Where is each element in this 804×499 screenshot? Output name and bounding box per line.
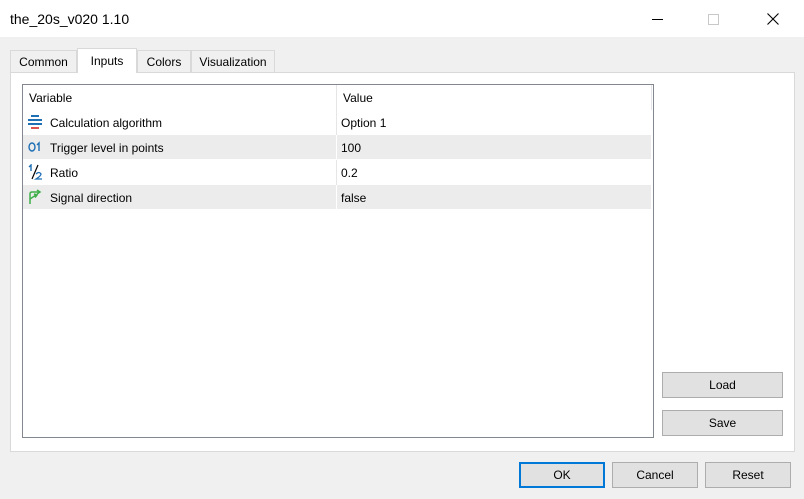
close-button[interactable] <box>750 0 796 38</box>
variable-value[interactable]: false <box>341 191 366 205</box>
cell-divider <box>336 135 337 160</box>
grid-row-trigger-level[interactable]: Trigger level in points 100 <box>23 135 651 160</box>
tab-common[interactable]: Common <box>10 50 77 72</box>
cell-divider <box>336 185 337 210</box>
maximize-button[interactable] <box>690 0 736 38</box>
close-icon <box>767 13 779 25</box>
variable-name: Trigger level in points <box>50 141 164 155</box>
tab-colors[interactable]: Colors <box>137 50 191 72</box>
tab-visualization[interactable]: Visualization <box>191 50 275 72</box>
window-title: the_20s_v020 1.10 <box>10 11 130 27</box>
cell-divider <box>336 110 337 135</box>
reset-button[interactable]: Reset <box>705 462 791 488</box>
fraction-icon <box>28 164 42 180</box>
inputs-grid: Variable Value Calculation algorithm Opt… <box>22 84 654 438</box>
minimize-icon <box>651 18 663 20</box>
variable-value[interactable]: 100 <box>341 141 361 155</box>
tab-inputs[interactable]: Inputs <box>77 48 137 73</box>
variable-value[interactable]: Option 1 <box>341 116 386 130</box>
variable-name: Signal direction <box>50 191 133 205</box>
inputs-panel: Variable Value Calculation algorithm Opt… <box>10 72 795 452</box>
minimize-button[interactable] <box>634 0 680 38</box>
grid-row-calculation-algorithm[interactable]: Calculation algorithm Option 1 <box>23 110 651 135</box>
load-button[interactable]: Load <box>662 372 783 398</box>
grid-row-ratio[interactable]: Ratio 0.2 <box>23 160 651 185</box>
grid-header: Variable Value <box>23 85 653 110</box>
save-button[interactable]: Save <box>662 410 783 436</box>
ok-button[interactable]: OK <box>519 462 605 488</box>
grid-row-signal-direction[interactable]: Signal direction false <box>23 185 651 210</box>
cancel-button[interactable]: Cancel <box>612 462 698 488</box>
variable-value[interactable]: 0.2 <box>341 166 358 180</box>
header-value[interactable]: Value <box>343 91 373 105</box>
boolean-arrow-icon <box>29 189 42 204</box>
list-enum-icon <box>28 115 42 129</box>
maximize-icon <box>707 13 719 25</box>
dialog-footer: OK Cancel Reset <box>0 452 804 499</box>
variable-name: Calculation algorithm <box>50 116 163 130</box>
integer-icon <box>28 141 40 152</box>
variable-name: Ratio <box>50 166 79 180</box>
column-divider-end <box>651 85 652 110</box>
cell-divider <box>336 160 337 185</box>
column-divider[interactable] <box>336 85 337 110</box>
header-variable[interactable]: Variable <box>29 91 72 105</box>
title-bar: the_20s_v020 1.10 <box>0 0 804 38</box>
